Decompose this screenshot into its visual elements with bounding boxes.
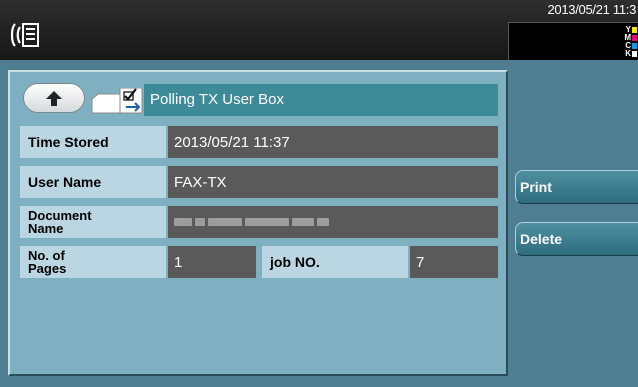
job-number-label: job NO. <box>262 246 408 278</box>
toner-cyan-bar <box>632 43 637 49</box>
top-bar: 2013/05/21 11:3 Y M C K <box>0 0 638 61</box>
document-detail-panel: Polling TX User Box Time Stored 2013/05/… <box>8 70 508 376</box>
up-arrow-icon <box>46 91 62 106</box>
user-name-label: User Name <box>20 166 166 198</box>
toner-yellow-bar <box>632 27 637 33</box>
job-number-value: 7 <box>410 246 498 278</box>
document-name-redacted <box>174 218 329 226</box>
toner-magenta-bar <box>632 35 637 41</box>
document-name-value <box>168 206 498 238</box>
print-button[interactable]: Print <box>515 170 638 204</box>
box-title: Polling TX User Box <box>144 84 498 116</box>
polling-box-icon <box>91 88 143 114</box>
pages-label: No. of Pages <box>20 246 166 278</box>
toner-black: K <box>625 50 637 58</box>
toner-black-bar <box>632 51 637 57</box>
time-stored-value: 2013/05/21 11:37 <box>168 126 498 158</box>
toner-level-indicator: Y M C K <box>508 22 638 61</box>
fax-mode-icon <box>10 23 39 47</box>
content-area: Polling TX User Box Time Stored 2013/05/… <box>0 60 638 387</box>
document-name-label: Document Name <box>20 206 166 238</box>
time-stored-label: Time Stored <box>20 126 166 158</box>
back-button[interactable] <box>23 83 85 113</box>
date-time-display: 2013/05/21 11:3 <box>547 2 636 17</box>
delete-button[interactable]: Delete <box>515 222 638 256</box>
user-name-value: FAX-TX <box>168 166 498 198</box>
pages-value: 1 <box>168 246 256 278</box>
